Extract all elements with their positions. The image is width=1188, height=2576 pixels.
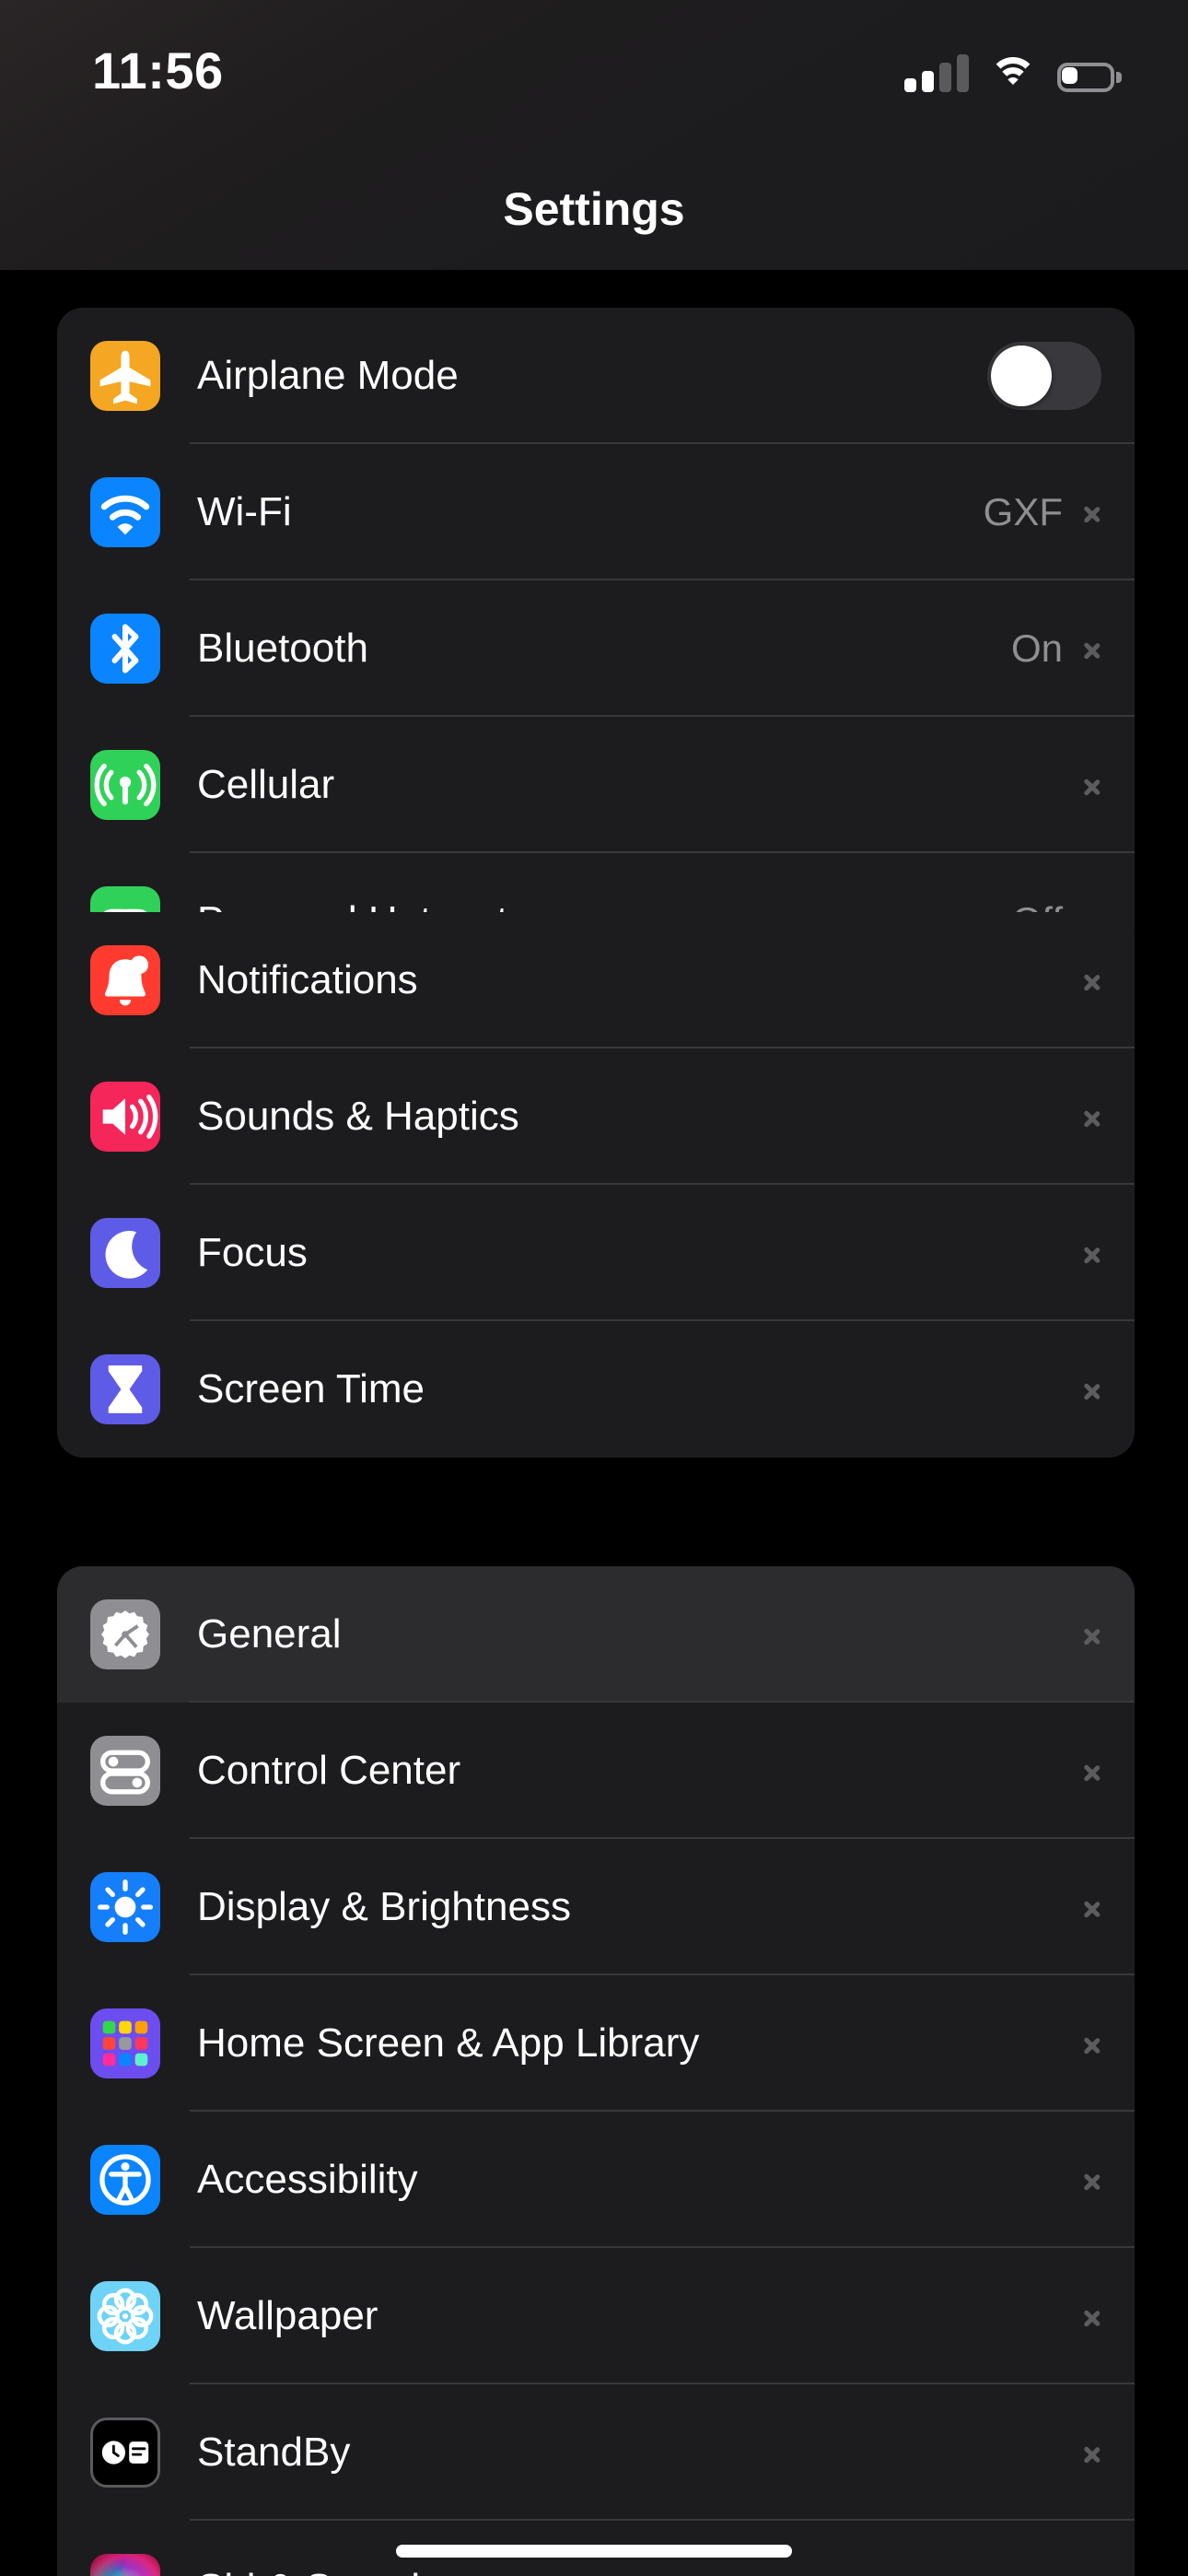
- home-indicator[interactable]: [396, 2545, 792, 2558]
- chevron-right-icon: [1083, 1619, 1101, 1650]
- airplane-mode-toggle[interactable]: [987, 342, 1101, 410]
- settings-row-label: Accessibility: [197, 2157, 418, 2202]
- settings-row-label: Wi-Fi: [197, 489, 292, 534]
- chevron-right-icon: [1083, 1755, 1101, 1786]
- settings-row-standby[interactable]: StandBy: [57, 2384, 1135, 2521]
- settings-row-focus[interactable]: Focus: [57, 1185, 1135, 1321]
- row-value: GXF: [983, 490, 1063, 533]
- settings-row-display-brightness[interactable]: Display & Brightness: [57, 1839, 1135, 1975]
- settings-row-notifications[interactable]: Notifications: [57, 912, 1135, 1048]
- settings-row-accessibility[interactable]: Accessibility: [57, 2112, 1135, 2248]
- settings-group-system: General Control Center Display & Brightnes…: [57, 1566, 1135, 2576]
- chevron-right-icon: [1083, 1237, 1101, 1269]
- top-bar: 11:56 Settings: [0, 0, 1188, 270]
- speaker-waves-icon: [90, 1082, 160, 1152]
- settings-row-cellular[interactable]: Cellular: [57, 717, 1135, 853]
- toggle-knob: [991, 345, 1052, 406]
- chevron-right-icon: [1083, 2437, 1101, 2468]
- sliders-icon: [90, 1736, 160, 1806]
- settings-row-label: Bluetooth: [197, 626, 368, 671]
- settings-row-label: Display & Brightness: [197, 1884, 571, 1929]
- brightness-sun-icon: [90, 1872, 160, 1942]
- settings-row-label: Notifications: [197, 957, 418, 1002]
- siri-orb-icon: [90, 2554, 160, 2576]
- chevron-right-icon: [1083, 2164, 1101, 2195]
- chevron-right-icon: [1083, 2301, 1101, 2332]
- battery-icon: [1057, 63, 1122, 92]
- wifi-icon: [989, 55, 1037, 92]
- settings-row-wallpaper[interactable]: Wallpaper: [57, 2248, 1135, 2384]
- settings-row-home-screen-app-library[interactable]: Home Screen & App Library: [57, 1975, 1135, 2112]
- status-bar: 11:56: [0, 0, 1188, 138]
- settings-row-label: Control Center: [197, 1748, 461, 1793]
- standby-clock-icon: [90, 2418, 160, 2488]
- moon-icon: [90, 1218, 160, 1288]
- status-bar-indicators: [904, 44, 1122, 92]
- settings-row-label: Sounds & Haptics: [197, 1094, 519, 1139]
- chevron-right-icon: [1083, 2028, 1101, 2059]
- chevron-right-icon: [1083, 965, 1101, 996]
- settings-row-label: General: [197, 1611, 342, 1657]
- hourglass-icon: [90, 1354, 160, 1424]
- cellular-antenna-icon: [90, 750, 160, 820]
- settings-row-control-center[interactable]: Control Center: [57, 1703, 1135, 1839]
- bell-icon: [90, 945, 160, 1015]
- settings-row-label: Airplane Mode: [197, 353, 459, 398]
- row-value: On: [1010, 626, 1063, 670]
- settings-row-label: Siri & Search: [197, 2566, 1083, 2576]
- settings-row-bluetooth[interactable]: Bluetooth On: [57, 580, 1135, 717]
- settings-row-label: Wallpaper: [197, 2293, 379, 2338]
- chevron-right-icon: [1083, 1374, 1101, 1405]
- settings-row-label: Home Screen & App Library: [197, 2020, 700, 2066]
- settings-row-label: StandBy: [197, 2430, 351, 2475]
- chevron-right-icon: [1083, 769, 1101, 801]
- page-title: Settings: [503, 183, 685, 235]
- settings-row-airplane-mode[interactable]: Airplane Mode: [57, 308, 1135, 444]
- accessibility-icon: [90, 2145, 160, 2215]
- airplane-icon: [90, 341, 160, 411]
- chevron-right-icon: [1083, 1101, 1101, 1132]
- flower-icon: [90, 2281, 160, 2351]
- gear-icon: [90, 1599, 160, 1669]
- settings-row-general[interactable]: General: [57, 1566, 1135, 1703]
- settings-row-wi-fi[interactable]: Wi-Fi GXF: [57, 444, 1135, 580]
- settings-row-label: Focus: [197, 1230, 308, 1275]
- settings-group-connectivity: Airplane Mode Wi-Fi GXF Bluetooth On Cellular…: [57, 308, 1135, 989]
- wifi-icon: [90, 477, 160, 547]
- settings-row-label: Cellular: [197, 762, 335, 807]
- chevron-right-icon: [1083, 497, 1101, 528]
- cellular-signal-icon: [904, 53, 969, 92]
- settings-row-screen-time[interactable]: Screen Time: [57, 1321, 1135, 1458]
- chevron-right-icon: [1083, 633, 1101, 664]
- chevron-right-icon: [1083, 1891, 1101, 1923]
- status-bar-time: 11:56: [92, 41, 224, 100]
- bluetooth-icon: [90, 614, 160, 684]
- settings-screen: 11:56 Settings Airplane Mode Wi-Fi GXF Blue…: [0, 0, 1188, 2576]
- app-grid-icon: [90, 2008, 160, 2078]
- settings-group-alerts: Notifications Sounds & Haptics Focus Screen…: [57, 912, 1135, 1458]
- settings-row-sounds-haptics[interactable]: Sounds & Haptics: [57, 1048, 1135, 1185]
- settings-row-label: Screen Time: [197, 1366, 425, 1411]
